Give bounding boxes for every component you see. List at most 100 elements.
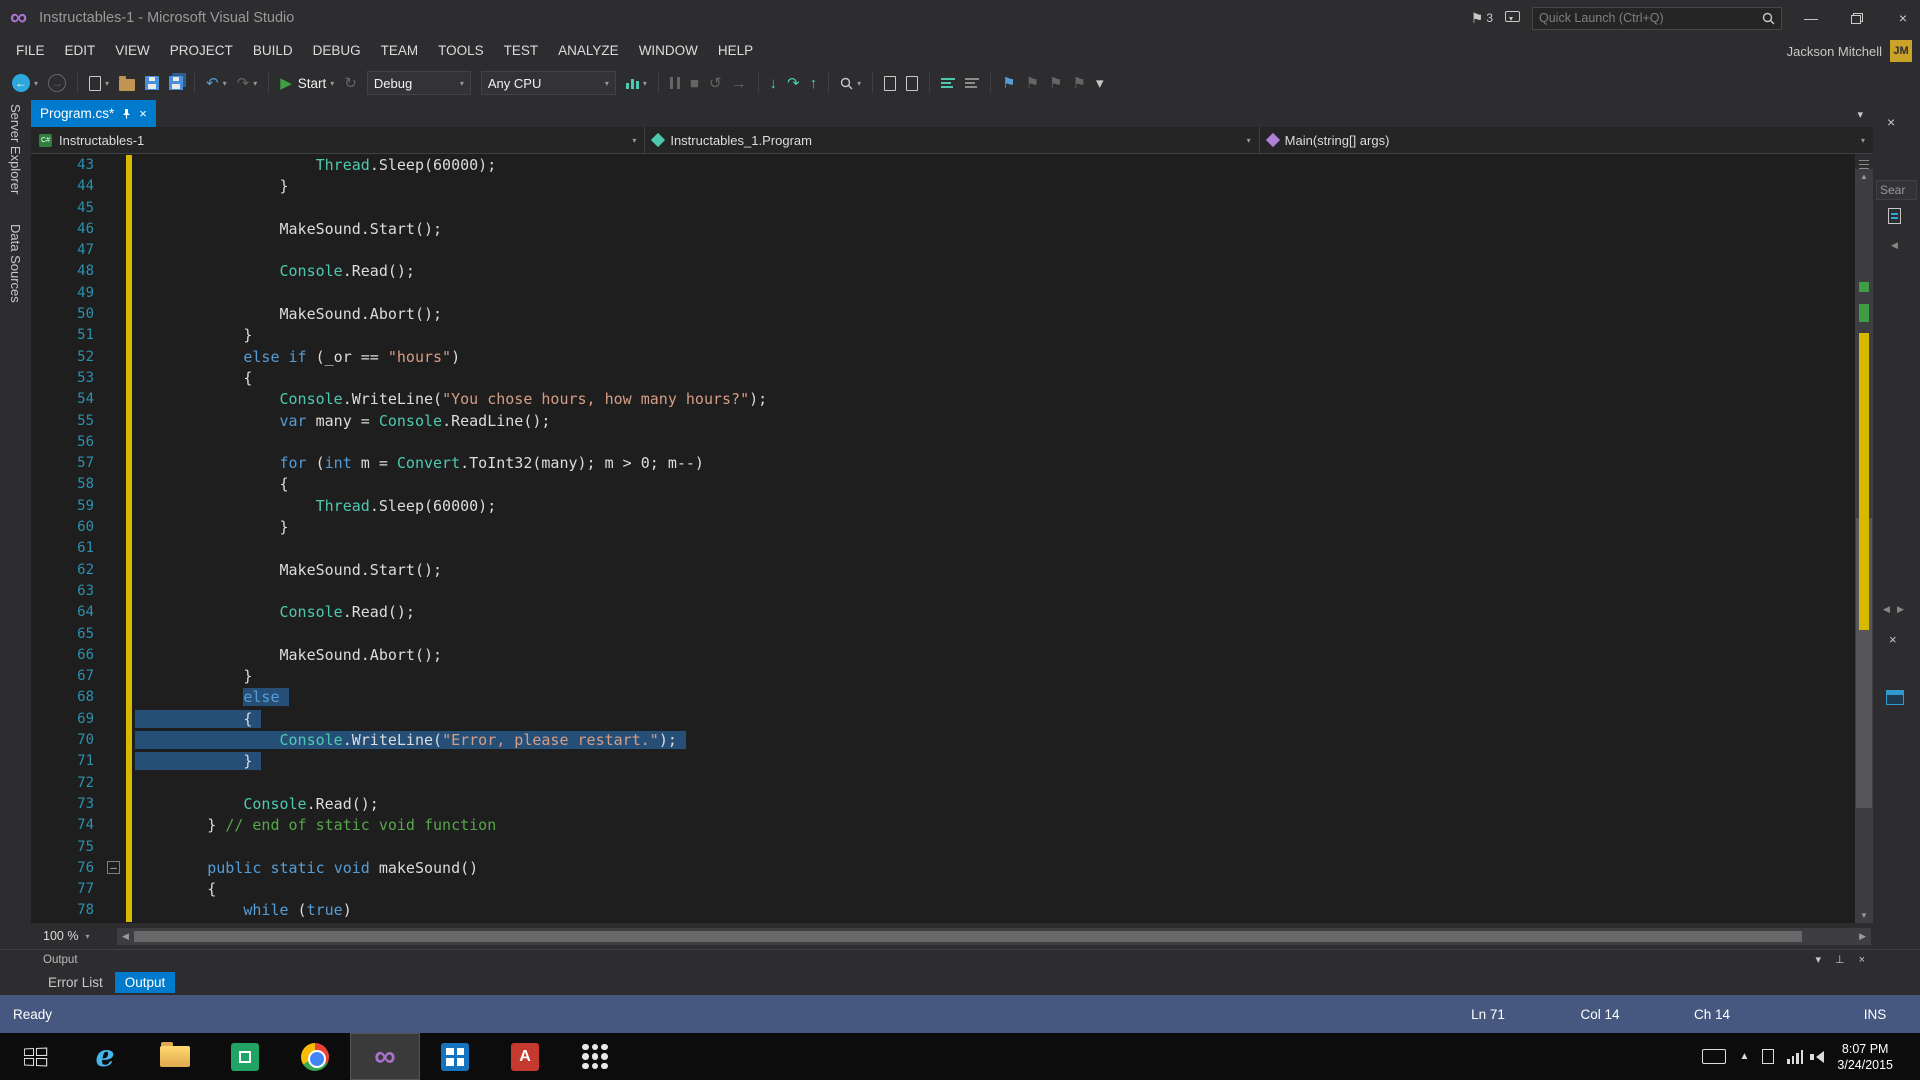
solution-explorer-close-icon[interactable]: ×	[1887, 114, 1895, 130]
code-line-48[interactable]: 48 Console.Read();	[31, 261, 1855, 283]
scroll-left-icon[interactable]: ◀	[117, 931, 134, 942]
visual-studio-button[interactable]: ∞	[350, 1033, 420, 1080]
new-file-button[interactable]: ▾	[85, 70, 113, 96]
code-line-47[interactable]: 47	[31, 240, 1855, 262]
panel-close-icon[interactable]: ×	[1889, 632, 1897, 647]
code-line-49[interactable]: 49	[31, 282, 1855, 305]
code-line-64[interactable]: 64 Console.Read();	[31, 602, 1855, 624]
tab-close-icon[interactable]: ×	[139, 106, 147, 121]
clear-bookmarks-button[interactable]: ⚑	[1068, 70, 1089, 96]
solution-explorer-search-input[interactable]: Sear	[1876, 180, 1917, 200]
code-line-76[interactable]: 76– public static void makeSound()	[31, 857, 1855, 880]
solution-platform-combobox[interactable]: Any CPU ▾	[480, 71, 616, 95]
scroll-up-icon[interactable]: ▲	[1855, 170, 1873, 184]
code-line-71[interactable]: 71 }	[31, 751, 1855, 773]
internet-explorer-button[interactable]: e	[70, 1033, 140, 1080]
save-button[interactable]	[141, 70, 163, 96]
collapse-box-icon[interactable]: –	[107, 860, 120, 874]
zoom-combobox[interactable]: 100 % ▾	[31, 929, 117, 943]
menu-team[interactable]: TEAM	[371, 36, 429, 66]
auto-hide-pin-icon[interactable]: ⊥	[1835, 953, 1845, 966]
menu-edit[interactable]: EDIT	[55, 36, 106, 66]
touch-keyboard-icon[interactable]	[1702, 1049, 1727, 1064]
start-debug-button[interactable]: ▶ Start ▾	[276, 70, 338, 96]
green-app-button[interactable]	[210, 1033, 280, 1080]
restart-button[interactable]: ↺	[705, 70, 726, 96]
menu-tools[interactable]: TOOLS	[428, 36, 494, 66]
find-button[interactable]: ▾	[836, 70, 865, 96]
window-position-chevron-icon[interactable]: ▾	[1815, 953, 1821, 966]
code-line-66[interactable]: 66 MakeSound.Abort();	[31, 644, 1855, 667]
horizontal-scrollbar-thumb[interactable]	[133, 930, 1803, 942]
find-in-files-button[interactable]	[880, 70, 900, 96]
code-editor[interactable]: 43 Thread.Sleep(60000); 44 } 45 46 MakeSoun…	[31, 154, 1855, 923]
menu-build[interactable]: BUILD	[243, 36, 303, 66]
tool-tab-data-sources[interactable]: Data Sources	[8, 224, 23, 303]
chrome-button[interactable]	[280, 1033, 350, 1080]
code-line-56[interactable]: 56	[31, 431, 1855, 454]
menu-test[interactable]: TEST	[494, 36, 549, 66]
code-line-50[interactable]: 50 MakeSound.Abort();	[31, 304, 1855, 326]
undo-button[interactable]: ↶ ▾	[202, 70, 231, 96]
step-into-button[interactable]: ↓	[766, 70, 782, 96]
blue-app-button[interactable]	[420, 1033, 490, 1080]
navigate-back-button[interactable]: ← ▾	[8, 70, 42, 96]
collapse-left-icon[interactable]: ◀	[1891, 240, 1898, 251]
code-line-65[interactable]: 65	[31, 623, 1855, 645]
code-line-57[interactable]: 57 for (int m = Convert.ToInt32(many); m…	[31, 453, 1855, 475]
quick-launch-input[interactable]	[1539, 11, 1762, 25]
adobe-reader-button[interactable]: A	[490, 1033, 560, 1080]
solution-configuration-combobox[interactable]: Debug ▾	[366, 71, 471, 95]
refresh-button[interactable]: ↻	[340, 70, 361, 96]
panel-tab-output[interactable]: Output	[114, 971, 176, 993]
code-line-62[interactable]: 62 MakeSound.Start();	[31, 559, 1855, 581]
uncomment-button[interactable]	[961, 70, 983, 96]
code-line-43[interactable]: 43 Thread.Sleep(60000);	[31, 155, 1855, 177]
next-bookmark-button[interactable]: ⚑	[1045, 70, 1066, 96]
file-explorer-button[interactable]	[140, 1033, 210, 1080]
command-window-button[interactable]	[902, 70, 922, 96]
tab-list-chevron-icon[interactable]: ▾	[1857, 108, 1873, 127]
feedback-button[interactable]	[1505, 9, 1520, 27]
code-line-68[interactable]: 68 else	[31, 687, 1855, 709]
code-line-51[interactable]: 51 }	[31, 325, 1855, 347]
taskbar-clock[interactable]: 8:07 PM 3/24/2015	[1837, 1041, 1893, 1073]
save-all-button[interactable]	[165, 70, 187, 96]
notifications-button[interactable]: ⚑ 3	[1471, 10, 1493, 27]
member-dropdown[interactable]: Main(string[] args) ▾	[1260, 127, 1873, 153]
code-line-75[interactable]: 75	[31, 836, 1855, 858]
menu-debug[interactable]: DEBUG	[303, 36, 371, 66]
step-over-button[interactable]: ↷	[783, 70, 804, 96]
user-avatar[interactable]: JM	[1890, 40, 1912, 62]
break-all-button[interactable]	[666, 70, 684, 96]
code-line-53[interactable]: 53 {	[31, 367, 1855, 390]
scrollbar-track[interactable]	[1855, 184, 1873, 909]
code-line-63[interactable]: 63	[31, 580, 1855, 603]
code-line-69[interactable]: 69 {	[31, 708, 1855, 731]
splitter-grip[interactable]	[1855, 154, 1873, 170]
open-file-button[interactable]	[115, 70, 139, 96]
previous-bookmark-button[interactable]: ⚑	[1022, 70, 1043, 96]
toolbar-overflow-button[interactable]: ▾	[1092, 70, 1108, 96]
redo-button[interactable]: ↷ ▾	[233, 70, 262, 96]
type-dropdown[interactable]: Instructables_1.Program ▾	[645, 127, 1260, 153]
menu-file[interactable]: FILE	[6, 36, 55, 66]
code-line-45[interactable]: 45	[31, 197, 1855, 219]
pin-icon[interactable]	[121, 108, 132, 119]
code-line-58[interactable]: 58 {	[31, 474, 1855, 496]
menu-window[interactable]: WINDOW	[629, 36, 708, 66]
restore-button[interactable]	[1840, 0, 1874, 36]
code-line-52[interactable]: 52 else if (_or == "hours")	[31, 346, 1855, 368]
apps-grid-button[interactable]	[560, 1033, 630, 1080]
scroll-right-icon[interactable]: ▶	[1854, 931, 1871, 942]
menu-project[interactable]: PROJECT	[160, 36, 243, 66]
code-line-70[interactable]: 70 Console.WriteLine("Error, please rest…	[31, 730, 1855, 752]
menu-view[interactable]: VIEW	[105, 36, 160, 66]
tool-tab-server-explorer[interactable]: Server Explorer	[8, 104, 23, 194]
code-line-72[interactable]: 72	[31, 772, 1855, 794]
code-line-61[interactable]: 61	[31, 538, 1855, 560]
show-next-statement-button[interactable]: →	[728, 70, 751, 96]
vertical-scrollbar[interactable]: ▲ ▼	[1855, 154, 1873, 923]
profiler-button[interactable]: ▾	[622, 70, 651, 96]
panel-tab-error-list[interactable]: Error List	[38, 972, 113, 993]
